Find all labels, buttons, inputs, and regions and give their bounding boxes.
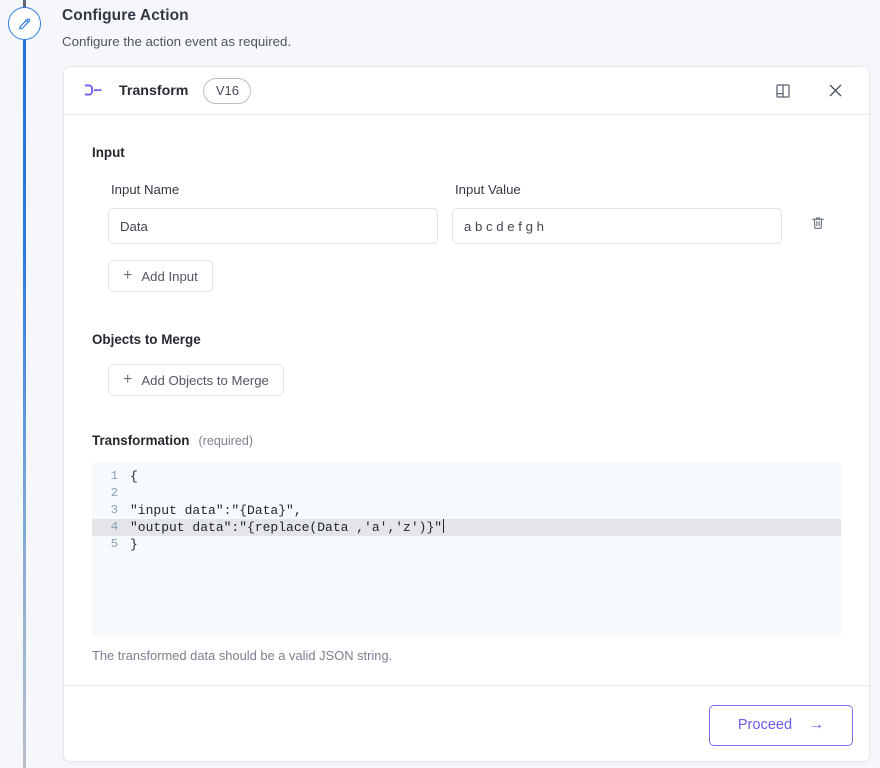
code-lines: 1{2 3 "input data":"{Data}", 4 "output data"… xyxy=(92,462,841,553)
line-code: } xyxy=(130,537,138,552)
input-rows: Input Name Input Value xyxy=(92,182,841,244)
page-heading: Configure Action Configure the action ev… xyxy=(62,7,562,49)
line-code: "input data":"{Data}", xyxy=(130,503,302,518)
input-row: Input Name Input Value xyxy=(108,182,841,244)
input-name-field[interactable] xyxy=(108,208,438,244)
line-code: { xyxy=(130,469,138,484)
line-number: 3 xyxy=(110,503,118,517)
line-number: 5 xyxy=(110,537,118,551)
input-name-label: Input Name xyxy=(111,182,180,197)
code-line[interactable]: 2 xyxy=(92,485,841,502)
plus-icon: + xyxy=(123,266,133,284)
proceed-label: Proceed xyxy=(737,717,793,733)
transformation-label: Transformation xyxy=(92,433,190,448)
close-icon[interactable] xyxy=(820,76,850,106)
code-line[interactable]: 4 "output data":"{replace(Data ,'a','z')}… xyxy=(92,519,841,536)
transformation-code-editor[interactable]: 1{2 3 "input data":"{Data}", 4 "output data"… xyxy=(92,462,841,636)
arrow-right-icon: → xyxy=(808,716,825,733)
action-title: Transform xyxy=(119,82,189,99)
add-input-label: Add Input xyxy=(141,268,198,284)
code-line[interactable]: 3 "input data":"{Data}", xyxy=(92,502,841,519)
transform-icon xyxy=(82,82,103,99)
input-value-field[interactable] xyxy=(452,208,782,244)
plus-icon: + xyxy=(123,370,133,388)
transformation-required-note: (required) xyxy=(198,434,254,448)
merge-section-label: Objects to Merge xyxy=(92,332,201,347)
card-body: Input Input Name Input Value xyxy=(64,115,869,685)
card-header: Transform V16 xyxy=(64,67,869,115)
add-merge-label: Add Objects to Merge xyxy=(141,372,269,388)
book-icon[interactable] xyxy=(768,76,798,106)
transformation-header: Transformation (required) xyxy=(92,433,841,448)
line-number: 2 xyxy=(110,486,118,500)
proceed-button[interactable]: Proceed → xyxy=(709,704,853,746)
pencil-icon xyxy=(17,16,32,31)
card-footer: Proceed → xyxy=(64,685,869,761)
page-subtitle: Configure the action event as required. xyxy=(62,34,292,49)
timeline-rail xyxy=(0,0,48,768)
version-badge: V16 xyxy=(203,77,252,104)
line-number: 1 xyxy=(110,469,118,483)
configure-action-card: Transform V16 Input Input Name Data Inpu… xyxy=(63,66,870,762)
input-value-label: Input Value xyxy=(455,182,521,197)
timeline-line xyxy=(23,40,26,768)
text-caret xyxy=(443,519,445,533)
add-objects-to-merge-button[interactable]: + Add Objects to Merge xyxy=(108,364,284,396)
input-value-column: Input Value xyxy=(452,182,782,244)
line-code: "output data":"{replace(Data ,'a','z')}" xyxy=(130,519,445,535)
code-line[interactable]: 1{ xyxy=(92,468,841,485)
editor-hint: The transformed data should be a valid J… xyxy=(92,648,393,663)
add-input-button[interactable]: + Add Input xyxy=(108,260,213,292)
input-section-label: Input xyxy=(92,145,125,160)
input-name-column: Input Name xyxy=(108,182,438,244)
line-number: 4 xyxy=(110,520,118,534)
page-title: Configure Action xyxy=(62,7,189,24)
code-line[interactable]: 5} xyxy=(92,536,841,553)
timeline-node-edit[interactable] xyxy=(8,7,41,40)
trash-icon[interactable] xyxy=(806,211,830,235)
